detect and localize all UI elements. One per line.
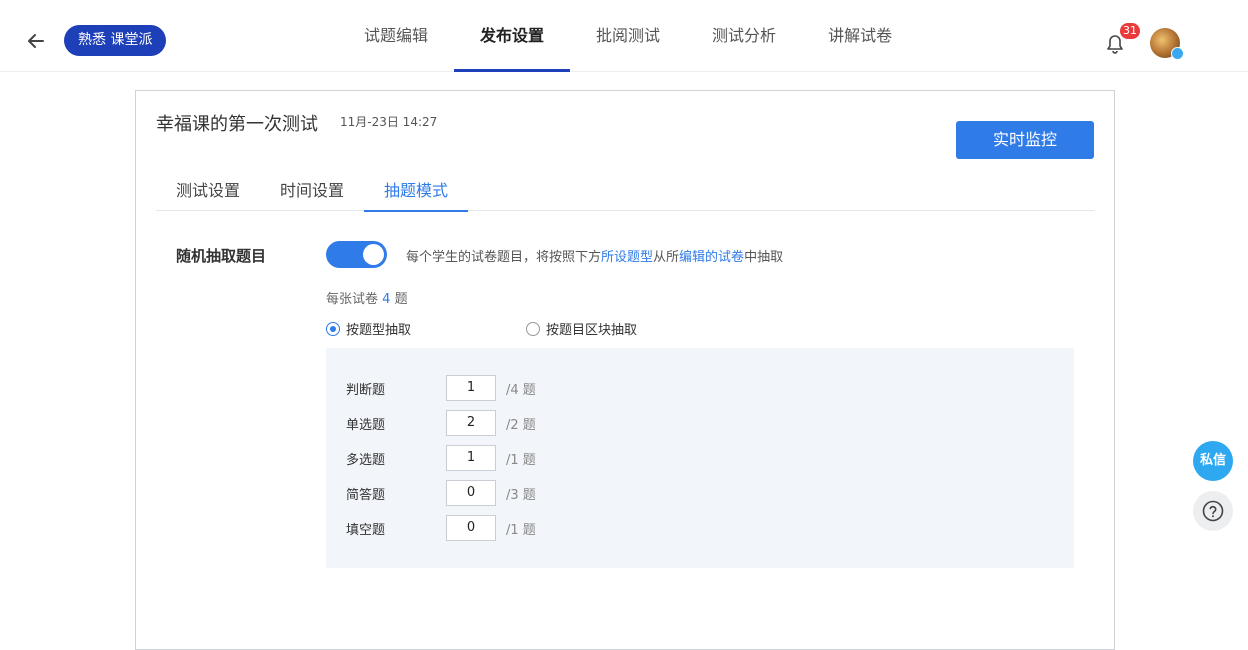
question-type-name: 多选题 [346, 452, 386, 468]
settings-subtabs: 测试设置 时间设置 抽题模式 [156, 171, 1095, 212]
question-type-name: 判断题 [346, 382, 386, 398]
question-type-name: 单选题 [346, 417, 386, 433]
edited-paper-link[interactable]: 编辑的试卷 [679, 250, 744, 265]
question-type-name: 简答题 [346, 487, 386, 503]
main-nav: 试题编辑 发布设置 批阅测试 测试分析 讲解试卷 [338, 0, 918, 72]
subtab-test-settings[interactable]: 测试设置 [156, 171, 260, 211]
question-mark-icon [1202, 500, 1224, 522]
notification-badge: 31 [1120, 23, 1140, 39]
subtab-draw-mode[interactable]: 抽题模式 [364, 171, 469, 212]
question-type-link[interactable]: 所设题型 [601, 250, 653, 265]
mode-by-block-label: 按题目区块抽取 [546, 323, 638, 338]
question-count-input[interactable]: 2 [446, 410, 496, 436]
per-paper-count: 4 [382, 292, 391, 307]
question-type-row: 单选题 2 /2 题 [346, 410, 536, 436]
desc-text: 中抽取 [744, 250, 784, 265]
tab-explain-paper[interactable]: 讲解试卷 [802, 0, 918, 72]
question-count-input[interactable]: 1 [446, 375, 496, 401]
subtab-time-settings[interactable]: 时间设置 [260, 171, 364, 211]
question-total: /4 题 [506, 382, 536, 398]
mode-by-type-label: 按题型抽取 [346, 323, 412, 338]
question-count-input[interactable]: 0 [446, 480, 496, 506]
random-draw-description: 每个学生的试卷题目，将按照下方所设题型从所编辑的试卷中抽取 [406, 246, 783, 265]
tab-grade-test[interactable]: 批阅测试 [570, 0, 686, 72]
question-total: /2 题 [506, 417, 536, 433]
per-paper-label: 每张试卷 [326, 292, 379, 307]
question-type-name: 填空题 [346, 522, 386, 538]
mode-by-block-radio[interactable]: 按题目区块抽取 [526, 319, 637, 338]
back-arrow-icon[interactable] [24, 29, 48, 53]
settings-card: 幸福课的第一次测试 11月-23日 14:27 实时监控 测试设置 时间设置 抽… [135, 90, 1115, 650]
question-total: /3 题 [506, 487, 536, 503]
help-button[interactable] [1193, 491, 1233, 531]
question-count-input[interactable]: 0 [446, 515, 496, 541]
per-paper-unit: 题 [394, 292, 408, 307]
private-message-button[interactable]: 私信 [1193, 441, 1233, 481]
question-type-panel: 判断题 1 /4 题 单选题 2 /2 题 多选题 1 /1 题 简答题 0 /… [326, 348, 1074, 568]
question-total: /1 题 [506, 522, 536, 538]
questions-per-paper: 每张试卷 4 题 [326, 288, 408, 307]
desc-text: 每个学生的试卷题目，将按照下方 [406, 250, 602, 265]
question-type-row: 多选题 1 /1 题 [346, 445, 536, 471]
question-type-row: 填空题 0 /1 题 [346, 515, 536, 541]
live-monitor-button[interactable]: 实时监控 [956, 121, 1094, 159]
test-title: 幸福课的第一次测试 [156, 114, 318, 135]
question-total: /1 题 [506, 452, 536, 468]
top-bar: 熟悉 课堂派 试题编辑 发布设置 批阅测试 测试分析 讲解试卷 31 [0, 0, 1248, 72]
tab-test-analysis[interactable]: 测试分析 [686, 0, 802, 72]
avatar[interactable] [1150, 28, 1184, 60]
test-time: 11月-23日 14:27 [340, 115, 438, 129]
desc-text: 从所 [653, 250, 680, 265]
tab-question-edit[interactable]: 试题编辑 [338, 0, 454, 72]
mode-by-type-radio[interactable]: 按题型抽取 [326, 319, 411, 338]
question-count-input[interactable]: 1 [446, 445, 496, 471]
radio-checked-icon[interactable] [326, 321, 340, 336]
random-draw-toggle[interactable] [326, 241, 387, 268]
radio-unchecked-icon[interactable] [526, 321, 540, 336]
verified-check-icon [1171, 47, 1184, 60]
question-type-row: 判断题 1 /4 题 [346, 375, 536, 401]
toggle-knob [363, 244, 384, 265]
tab-publish-settings[interactable]: 发布设置 [454, 0, 571, 72]
question-type-row: 简答题 0 /3 题 [346, 480, 536, 506]
random-draw-label: 随机抽取题目 [176, 247, 267, 265]
brand-logo[interactable]: 熟悉 课堂派 [64, 25, 167, 56]
